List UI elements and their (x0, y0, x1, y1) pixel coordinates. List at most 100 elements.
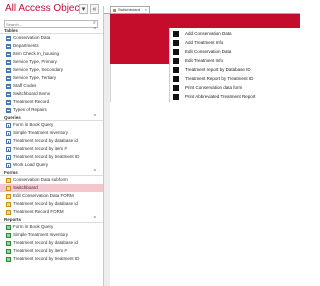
nav-item[interactable]: Departments (0, 42, 103, 50)
nav-item-label: Simple Treatment Inventory (13, 232, 69, 237)
nav-item[interactable]: Treatment Record FORM (0, 208, 103, 216)
switchboard-item-button[interactable] (173, 49, 179, 55)
switchboard-item-button[interactable] (173, 94, 179, 100)
tab-switchboard[interactable]: Switchboard × (110, 6, 150, 13)
form-icon (6, 201, 11, 207)
report-icon (6, 256, 11, 262)
chevron-up-icon[interactable]: ⌃ (93, 216, 97, 223)
nav-item[interactable]: Service Type, Secondary (0, 66, 103, 74)
query-icon (6, 122, 11, 128)
chevron-up-icon[interactable]: ⌃ (93, 27, 97, 34)
query-icon (6, 146, 11, 152)
query-icon (6, 154, 11, 160)
nav-item[interactable]: Switchboard (0, 184, 103, 192)
search-icon[interactable]: ⌕ (93, 20, 96, 27)
nav-item-label: Treatment record by database id (13, 138, 78, 143)
nav-item-label: Simple Treatment Inventory (13, 130, 69, 135)
switchboard-item-button[interactable] (173, 31, 179, 37)
switchboard-item[interactable]: Add Conservation Data (173, 30, 298, 38)
switchboard-item[interactable]: Print Conservation data form (173, 84, 298, 92)
nav-item[interactable]: Form in Book Query (0, 223, 103, 231)
switchboard-item-label[interactable]: Edit Treatment Info (185, 57, 223, 65)
nav-item-label: Treatment record by item # (13, 248, 67, 253)
table-icon (6, 51, 11, 57)
nav-item[interactable]: Treatment record by item # (0, 145, 103, 153)
nav-item-label: Staff Codes (13, 83, 37, 88)
nav-item[interactable]: Types of Repairs (0, 106, 103, 114)
nav-item[interactable]: Edit Conservation Data FORM (0, 192, 103, 200)
group-header-forms[interactable]: Forms ⌃ (0, 169, 103, 176)
form-canvas (110, 102, 300, 286)
switchboard-item-label[interactable]: Edit Conservation Data (185, 48, 231, 56)
nav-item[interactable]: Treatment record by database id (0, 200, 103, 208)
collapse-pane-icon[interactable]: « (90, 4, 99, 14)
nav-item[interactable]: Staff Codes (0, 82, 103, 90)
group-header-label: Queries (4, 115, 21, 120)
nav-item[interactable]: Conservation Data subform (0, 176, 103, 184)
query-icon (6, 138, 11, 144)
nav-item[interactable]: Service Type, Tertiary (0, 74, 103, 82)
report-icon (6, 248, 11, 254)
switchboard-item[interactable]: Edit Treatment Info (173, 57, 298, 65)
nav-item-label: Edit Conservation Data FORM (13, 193, 74, 198)
group-header-reports[interactable]: Reports ⌃ (0, 216, 103, 223)
group-header-label: Tables (4, 28, 18, 33)
switchboard-item-button[interactable] (173, 58, 179, 64)
group-header-label: Reports (4, 217, 22, 222)
nav-item[interactable]: Simple Treatment Inventory (0, 231, 103, 239)
switchboard-item[interactable]: Treatment Report by Treatment ID (173, 75, 298, 83)
table-icon (6, 83, 11, 89)
tab-label: Switchboard (118, 7, 141, 12)
switchboard-item[interactable]: Add Treatment Info (173, 39, 298, 47)
group-header-tables[interactable]: Tables ⌃ (0, 27, 103, 34)
query-icon (6, 162, 11, 168)
switchboard-item-button[interactable] (173, 76, 179, 82)
close-icon[interactable]: × (145, 7, 147, 13)
navigation-pane-header: All Access Objects ▾ « (0, 0, 103, 20)
report-icon (6, 240, 11, 246)
report-icon (6, 224, 11, 230)
switchboard-item-label[interactable]: Treatment Report by Treatment ID (185, 75, 253, 83)
chevron-up-icon[interactable]: ⌃ (93, 169, 97, 176)
group-header-queries[interactable]: Queries ⌃ (0, 114, 103, 121)
switchboard-item[interactable]: Print Abbreviated Treatment Report (173, 93, 298, 101)
form-icon (6, 193, 11, 199)
nav-item[interactable]: Treatment Record (0, 98, 103, 106)
form-icon (6, 209, 11, 215)
nav-item[interactable]: Item Check In_housing (0, 50, 103, 58)
switchboard-item[interactable]: Edit Conservation Data (173, 48, 298, 56)
nav-item-label: Types of Repairs (13, 107, 47, 112)
nav-item[interactable]: Treatment record by item # (0, 247, 103, 255)
switchboard-item-label[interactable]: Add Treatment Info (185, 39, 223, 47)
switchboard-item-button[interactable] (173, 40, 179, 46)
nav-item[interactable]: Service Type, Primary (0, 58, 103, 66)
navigation-pane-title[interactable]: All Access Objects (5, 3, 87, 14)
switchboard-item-label[interactable]: Print Conservation data form (185, 84, 242, 92)
switchboard-item-label[interactable]: Treatment report by Database ID (185, 66, 251, 74)
nav-item[interactable]: Treatment record by treatment ID (0, 255, 103, 263)
nav-item[interactable]: Simple Treatment Inventory (0, 129, 103, 137)
nav-item-label: Conservation Data (13, 35, 51, 40)
nav-item[interactable]: Conservation Data (0, 34, 103, 42)
table-icon (6, 59, 11, 65)
nav-item[interactable]: Work Load Query (0, 161, 103, 169)
switchboard-item[interactable]: Treatment report by Database ID (173, 66, 298, 74)
chevron-down-icon[interactable]: ▾ (79, 4, 88, 14)
switchboard-item-label[interactable]: Print Abbreviated Treatment Report (185, 93, 256, 101)
table-icon (6, 43, 11, 49)
switchboard-item-label[interactable]: Add Conservation Data (185, 30, 232, 38)
nav-item[interactable]: Treatment record by database id (0, 137, 103, 145)
nav-item[interactable]: Form in Book Query (0, 121, 103, 129)
switchboard-item-button[interactable] (173, 67, 179, 73)
chevron-up-icon[interactable]: ⌃ (93, 114, 97, 121)
nav-item[interactable]: Treatment record by treatment ID (0, 153, 103, 161)
nav-item-label: Treatment record by treatment ID (13, 256, 80, 261)
query-icon (6, 130, 11, 136)
nav-item-label: Form in Book Query (13, 224, 54, 229)
nav-item-label: Switchboard Items (13, 91, 51, 96)
nav-item-label: Treatment record by treatment ID (13, 154, 80, 159)
switchboard-item-button[interactable] (173, 85, 179, 91)
nav-item-label: Item Check In_housing (13, 51, 60, 56)
nav-item[interactable]: Switchboard Items (0, 90, 103, 98)
nav-item[interactable]: Treatment record by database id (0, 239, 103, 247)
